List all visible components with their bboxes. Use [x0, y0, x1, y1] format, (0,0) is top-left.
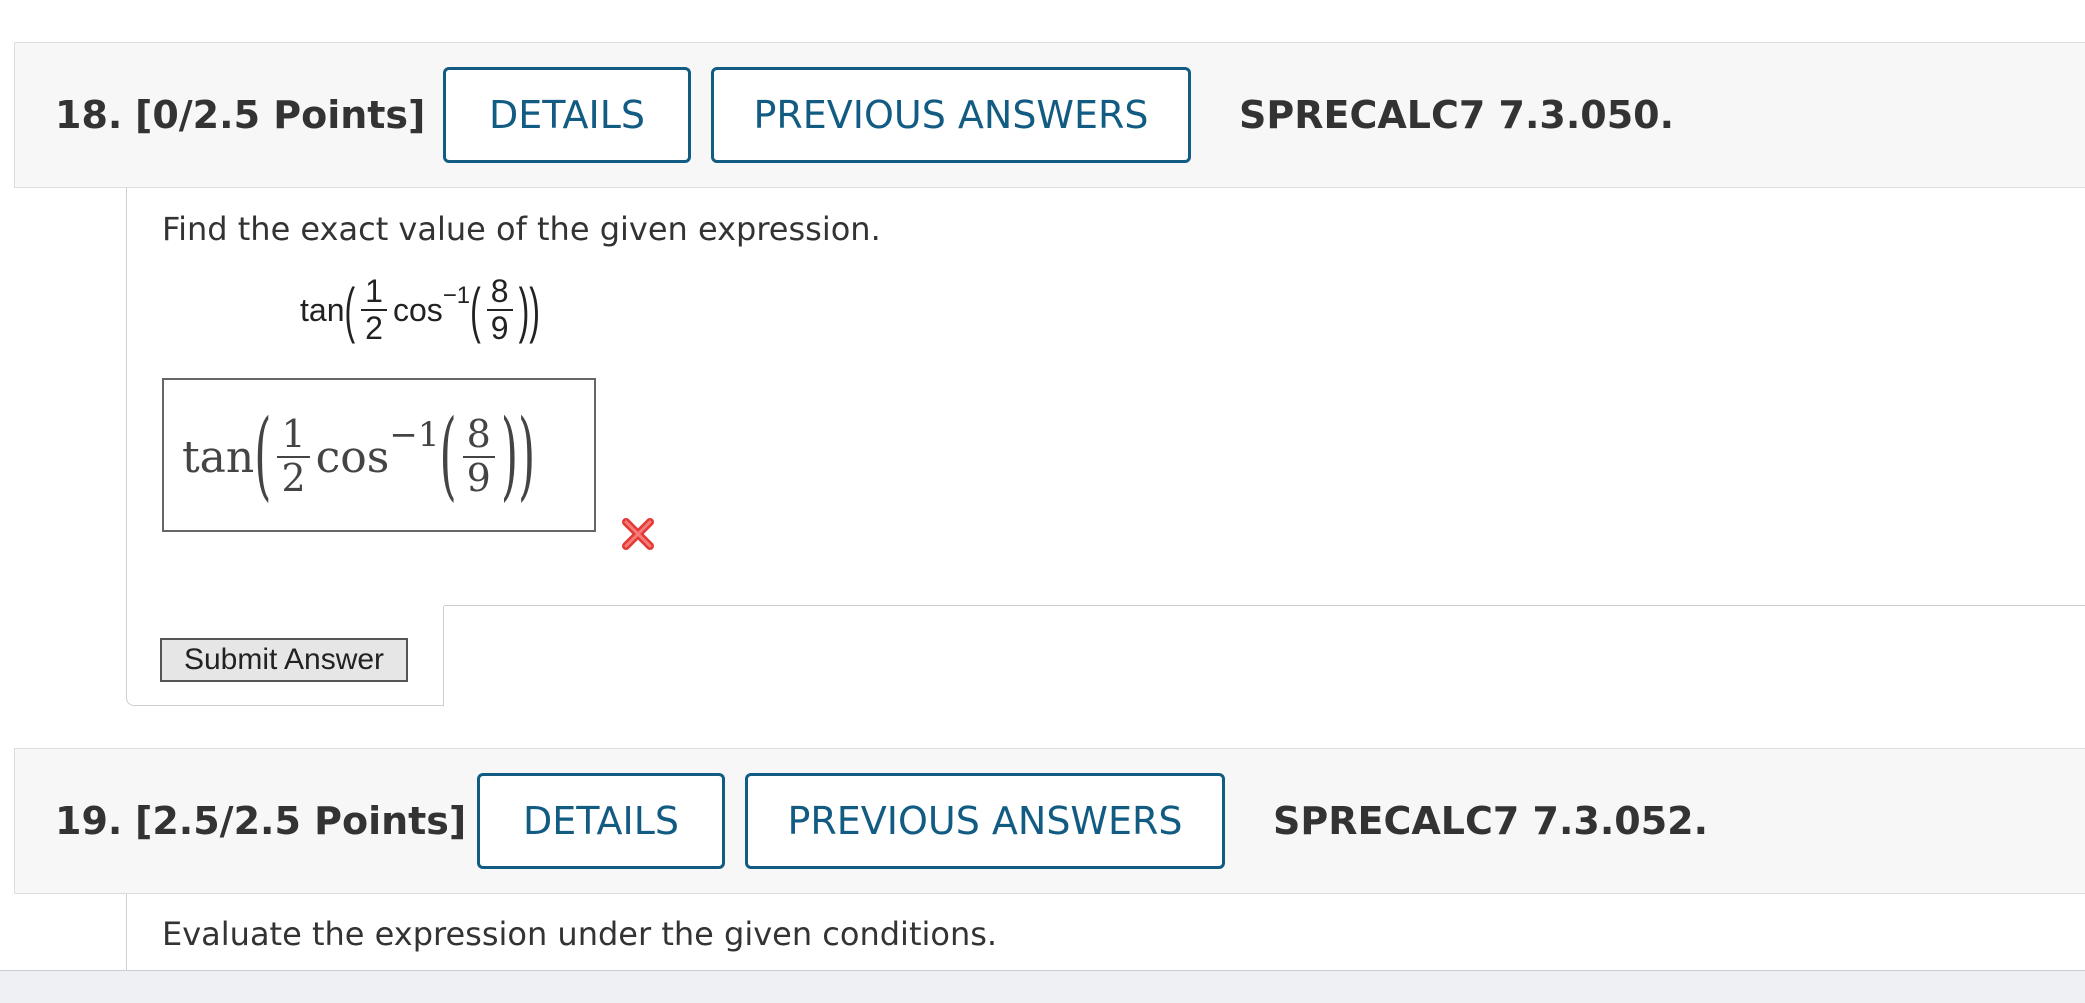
open-paren: (	[344, 275, 356, 345]
open-paren: (	[470, 275, 481, 345]
inverse-exponent: −1	[442, 282, 471, 309]
close-paren: )	[500, 399, 518, 512]
arg-fraction: 8 9	[486, 273, 513, 346]
inner-fn: cos	[392, 291, 443, 328]
divider	[444, 605, 2085, 606]
question-points: [0/2.5 Points]	[135, 93, 426, 137]
expression-display: tan ( 1 2 cos −1 ( 8 9 ) )	[300, 270, 540, 350]
fraction-denominator: 9	[466, 456, 491, 500]
incorrect-x-icon	[622, 518, 654, 550]
arg-fraction: 8 9	[462, 413, 495, 500]
half-fraction: 1 2	[361, 273, 387, 346]
question-points: [2.5/2.5 Points]	[135, 799, 467, 843]
previous-answers-button-label: PREVIOUS ANSWERS	[787, 799, 1183, 843]
half-fraction: 1 2	[277, 413, 310, 500]
question-19-body	[126, 894, 127, 970]
fraction-numerator: 8	[462, 413, 495, 458]
previous-answers-button[interactable]: PREVIOUS ANSWERS	[745, 773, 1225, 869]
close-paren: )	[529, 275, 540, 345]
answer-expression: tan ( 1 2 cos −1 ( 8 9 ) )	[182, 402, 535, 512]
question-code: SPRECALC7 7.3.050.	[1239, 93, 1675, 137]
question-18-header: 18. [0/2.5 Points] DETAILS PREVIOUS ANSW…	[14, 42, 2085, 188]
previous-answers-button[interactable]: PREVIOUS ANSWERS	[711, 67, 1191, 163]
fraction-denominator: 9	[490, 310, 509, 346]
fraction-numerator: 8	[486, 273, 513, 311]
question-number: 18.	[55, 93, 123, 137]
submit-answer-button[interactable]: Submit Answer	[160, 638, 408, 682]
close-paren: )	[518, 399, 536, 512]
fraction-denominator: 2	[281, 456, 306, 500]
open-paren: (	[439, 399, 457, 512]
question-prompt: Find the exact value of the given expres…	[162, 210, 881, 248]
fraction-numerator: 1	[361, 273, 387, 311]
inner-fn: cos	[315, 431, 390, 483]
question-code: SPRECALC7 7.3.052.	[1273, 799, 1709, 843]
answer-field[interactable]: tan ( 1 2 cos −1 ( 8 9 ) )	[162, 378, 596, 532]
question-prompt: Evaluate the expression under the given …	[162, 915, 998, 953]
inverse-exponent: −1	[389, 415, 440, 455]
previous-answers-button-label: PREVIOUS ANSWERS	[753, 93, 1149, 137]
details-button-label: DETAILS	[488, 93, 646, 137]
question-number: 19.	[55, 799, 123, 843]
fraction-denominator: 2	[365, 310, 383, 346]
answer-fn: tan	[182, 431, 255, 483]
expression-fn: tan	[300, 291, 345, 328]
fraction-numerator: 1	[277, 413, 310, 458]
details-button-label: DETAILS	[522, 799, 680, 843]
details-button[interactable]: DETAILS	[477, 773, 725, 869]
open-paren: (	[254, 399, 272, 512]
question-18-body	[126, 188, 127, 606]
details-button[interactable]: DETAILS	[443, 67, 691, 163]
submit-answer-label: Submit Answer	[183, 643, 385, 676]
close-paren: )	[518, 275, 530, 345]
question-19-header: 19. [2.5/2.5 Points] DETAILS PREVIOUS AN…	[14, 748, 2085, 894]
taskbar	[0, 970, 2085, 1003]
